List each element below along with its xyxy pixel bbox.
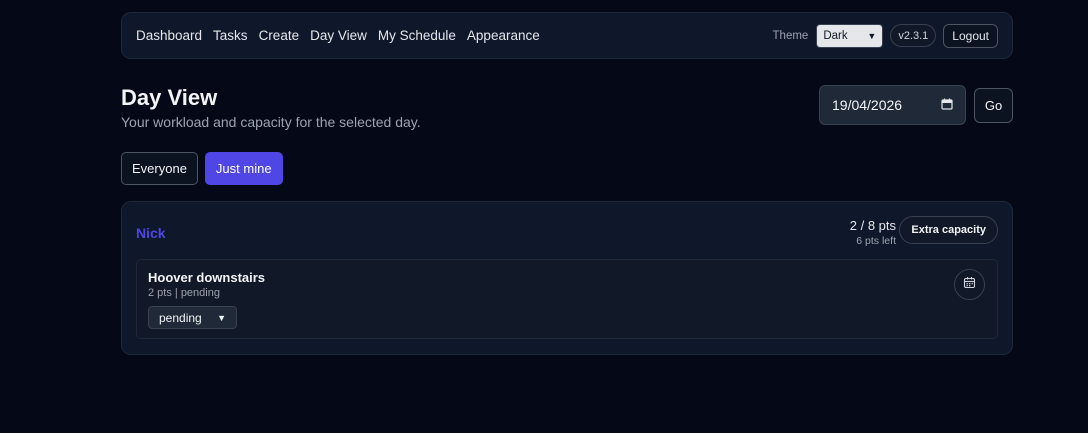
capacity-summary: 2 / 8 pts 6 pts left [850, 218, 896, 247]
task-status-value: pending [159, 310, 202, 325]
nav-links: Dashboard Tasks Create Day View My Sched… [136, 28, 540, 43]
calendar-icon [963, 276, 976, 294]
capacity-left: 6 pts left [856, 235, 896, 247]
reschedule-button[interactable] [954, 269, 985, 300]
nav-link-appearance[interactable]: Appearance [467, 28, 540, 43]
nav-link-dashboard[interactable]: Dashboard [136, 28, 202, 43]
chevron-down-icon: ▼ [217, 312, 226, 323]
theme-select[interactable]: Dark ▼ [816, 23, 884, 48]
page-header: Day View Your workload and capacity for … [121, 85, 1013, 130]
date-input-value: 19/04/2026 [832, 97, 903, 113]
go-button[interactable]: Go [974, 87, 1013, 123]
task-status-select[interactable]: pending ▼ [148, 306, 237, 329]
chevron-down-icon: ▼ [867, 30, 877, 41]
app-container: Dashboard Tasks Create Day View My Sched… [121, 12, 1013, 355]
capacity-points: 2 / 8 pts [849, 218, 896, 233]
logout-button[interactable]: Logout [943, 23, 998, 48]
nav-right: Theme Dark ▼ v2.3.1 Logout [772, 23, 998, 48]
person-name: Nick [136, 225, 166, 241]
filter-just-mine-button[interactable]: Just mine [204, 152, 283, 185]
nav-link-day-view[interactable]: Day View [310, 28, 367, 43]
date-controls: 19/04/2026 Go [819, 85, 1013, 125]
filter-everyone-button[interactable]: Everyone [121, 152, 198, 185]
task-title: Hoover downstairs [148, 270, 266, 285]
date-input[interactable]: 19/04/2026 [819, 85, 966, 125]
task-card: Hoover downstairs 2 pts | pending pendin… [136, 259, 998, 339]
top-navbar: Dashboard Tasks Create Day View My Sched… [121, 12, 1013, 59]
nav-link-tasks[interactable]: Tasks [213, 28, 248, 43]
nav-link-my-schedule[interactable]: My Schedule [378, 28, 456, 43]
theme-select-value: Dark [823, 29, 848, 42]
nav-link-create[interactable]: Create [259, 28, 300, 43]
version-badge: v2.3.1 [890, 24, 937, 47]
calendar-icon[interactable] [941, 97, 953, 113]
extra-capacity-button[interactable]: Extra capacity [899, 216, 998, 244]
person-card: Nick 2 / 8 pts 6 pts left Extra capacity… [121, 201, 1013, 355]
task-meta: 2 pts | pending [148, 287, 220, 299]
theme-label: Theme [772, 29, 809, 42]
filter-toggle-group: Everyone Just mine [121, 152, 1013, 185]
